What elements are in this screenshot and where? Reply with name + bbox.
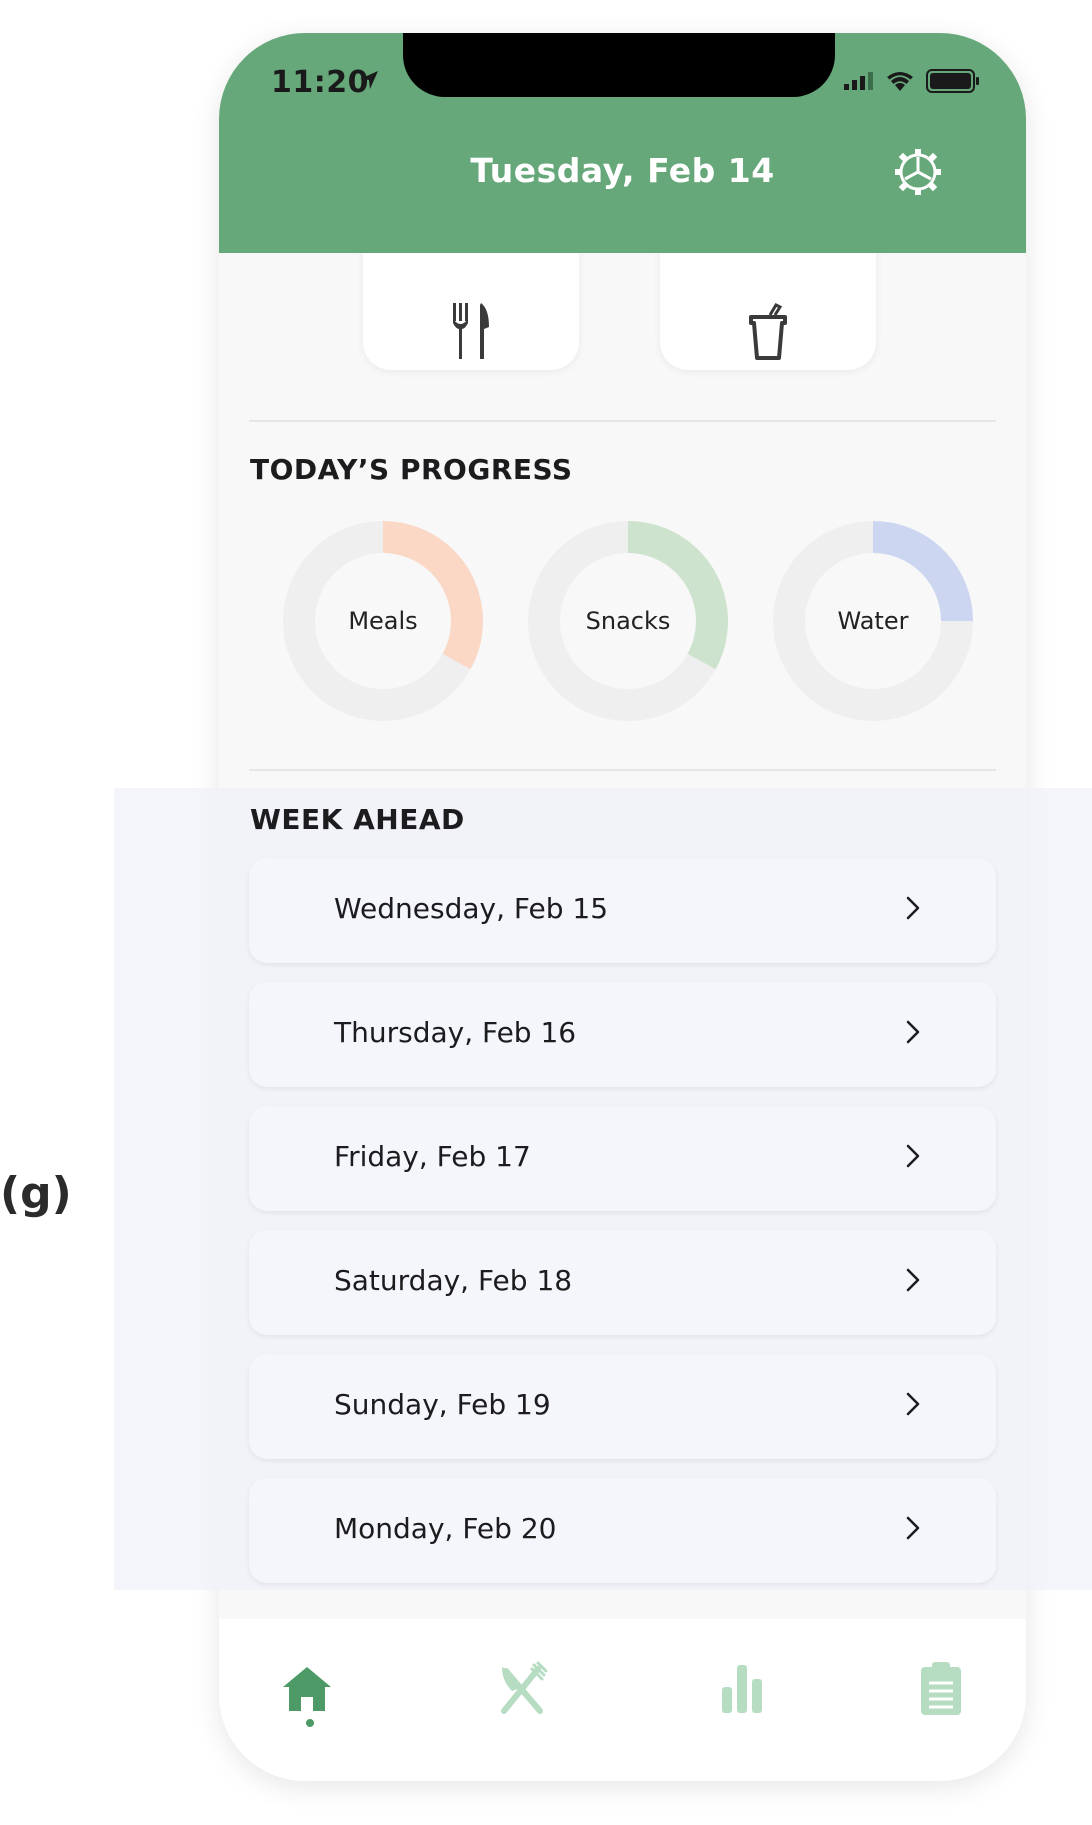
gear-icon[interactable]: [893, 147, 943, 197]
bar-chart-icon[interactable]: [712, 1659, 772, 1719]
day-card[interactable]: Thursday, Feb 16: [249, 982, 996, 1087]
utensils-icon[interactable]: [492, 1659, 552, 1719]
day-label: Friday, Feb 17: [334, 1140, 531, 1173]
figure-label: (g): [0, 1168, 72, 1219]
location-arrow-icon: [360, 71, 378, 89]
day-card[interactable]: Saturday, Feb 18: [249, 1230, 996, 1335]
tab-bar: [219, 1619, 1026, 1781]
day-card[interactable]: Friday, Feb 17: [249, 1106, 996, 1211]
chevron-right-icon: [906, 1516, 920, 1540]
active-tab-indicator: [306, 1719, 314, 1727]
day-label: Sunday, Feb 19: [334, 1388, 551, 1421]
clipboard-icon[interactable]: [911, 1659, 971, 1719]
phone-screen: 11:20 Tuesday, Feb 14 TODAY’S PROGRESS M…: [219, 33, 1026, 1781]
chevron-right-icon: [906, 896, 920, 920]
day-card[interactable]: Wednesday, Feb 15: [249, 858, 996, 963]
status-time: 11:20: [271, 65, 369, 100]
day-label: Thursday, Feb 16: [334, 1016, 577, 1049]
day-card[interactable]: Monday, Feb 20: [249, 1478, 996, 1583]
chevron-right-icon: [906, 1144, 920, 1168]
cellular-signal-icon: [844, 72, 873, 90]
wifi-icon: [887, 72, 913, 91]
day-card[interactable]: Sunday, Feb 19: [249, 1354, 996, 1459]
battery-icon: [926, 69, 979, 93]
notch: [403, 33, 835, 97]
chevron-right-icon: [906, 1392, 920, 1416]
chevron-right-icon: [906, 1020, 920, 1044]
app-header: 11:20 Tuesday, Feb 14: [219, 33, 1026, 253]
home-icon[interactable]: [277, 1659, 337, 1719]
chevron-right-icon: [906, 1268, 920, 1292]
day-label: Saturday, Feb 18: [334, 1264, 573, 1297]
status-indicators: [844, 69, 980, 93]
day-label: Wednesday, Feb 15: [334, 892, 609, 925]
day-label: Monday, Feb 20: [334, 1512, 557, 1545]
